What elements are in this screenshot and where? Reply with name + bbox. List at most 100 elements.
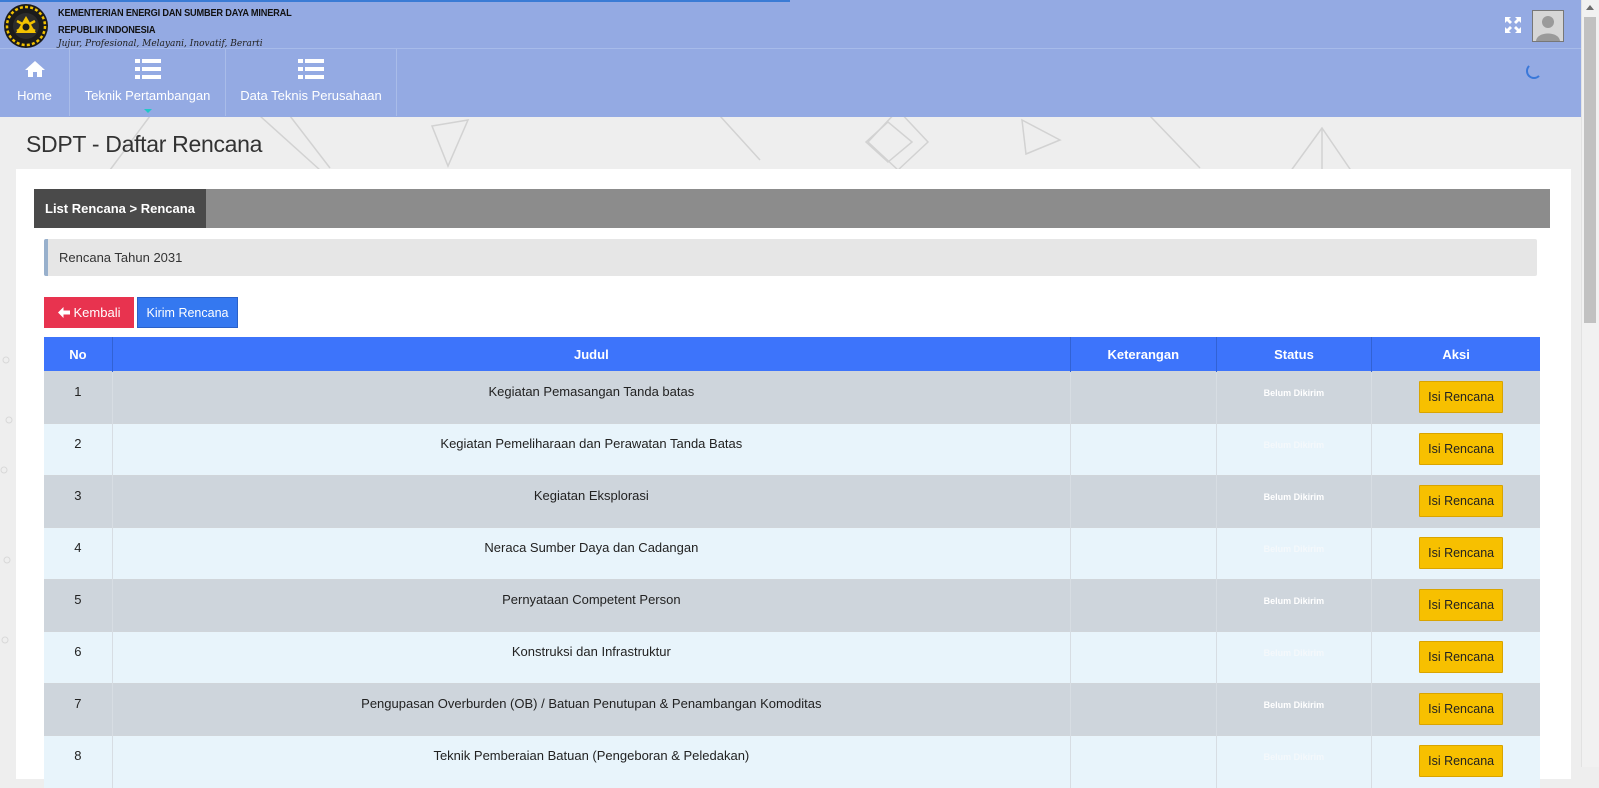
ministry-logo	[4, 4, 48, 48]
fill-plan-button[interactable]: Isi Rencana	[1419, 433, 1504, 465]
fill-plan-button[interactable]: Isi Rencana	[1419, 381, 1504, 413]
top-header: KEMENTERIAN ENERGI DAN SUMBER DAYA MINER…	[0, 0, 1582, 117]
cell-judul: Konstruksi dan Infrastruktur	[112, 631, 1071, 684]
active-caret-icon	[143, 109, 152, 113]
brand-country: REPUBLIK INDONESIA	[58, 25, 156, 36]
cell-status: Belum Dikirim	[1216, 683, 1373, 736]
status-badge: Belum Dikirim	[1263, 388, 1325, 398]
cell-no: 8	[44, 735, 113, 788]
cell-keterangan	[1070, 475, 1217, 528]
main-nav: Home Teknik Pertambangan Data Teknis Per…	[0, 49, 397, 116]
home-icon	[24, 59, 46, 79]
plan-table: No Judul Keterangan Status Aksi 1 Kegiat…	[44, 337, 1540, 788]
fill-plan-button[interactable]: Isi Rencana	[1419, 589, 1504, 621]
plan-year-text: Rencana Tahun 2031	[59, 250, 183, 265]
status-badge: Belum Dikirim	[1263, 544, 1325, 554]
cell-status: Belum Dikirim	[1216, 735, 1373, 788]
status-badge: Belum Dikirim	[1263, 752, 1325, 762]
page-scrollbar[interactable]	[1581, 0, 1599, 767]
cell-judul: Kegiatan Pemasangan Tanda batas	[112, 371, 1071, 424]
list-icon	[134, 59, 161, 79]
cell-judul: Kegiatan Pemeliharaan dan Perawatan Tand…	[112, 423, 1071, 476]
cell-no: 2	[44, 423, 113, 476]
back-button-label: Kembali	[73, 305, 121, 320]
header-status: Status	[1216, 337, 1373, 372]
fill-plan-button[interactable]: Isi Rencana	[1419, 745, 1504, 777]
cell-keterangan	[1070, 423, 1217, 476]
user-avatar[interactable]	[1532, 10, 1564, 42]
list-icon	[298, 59, 324, 79]
scrollbar-thumb[interactable]	[1584, 17, 1596, 323]
send-plan-button[interactable]: Kirim Rencana	[137, 297, 238, 328]
table-row: 6 Konstruksi dan Infrastruktur Belum Dik…	[44, 631, 1540, 684]
plan-year-alert: Rencana Tahun 2031	[44, 239, 1537, 276]
status-badge: Belum Dikirim	[1263, 440, 1325, 450]
cell-aksi: Isi Rencana	[1371, 631, 1540, 684]
cell-status: Belum Dikirim	[1216, 423, 1373, 476]
cell-aksi: Isi Rencana	[1371, 371, 1540, 424]
nav-teknik-pertambangan[interactable]: Teknik Pertambangan	[70, 49, 226, 116]
loading-spinner-icon	[1526, 63, 1542, 79]
cell-aksi: Isi Rencana	[1371, 527, 1540, 580]
nav-data-teknis[interactable]: Data Teknis Perusahaan	[226, 49, 397, 116]
status-badge: Belum Dikirim	[1263, 700, 1325, 710]
fill-plan-button[interactable]: Isi Rencana	[1419, 485, 1504, 517]
arrow-left-icon	[57, 307, 70, 318]
cell-keterangan	[1070, 631, 1217, 684]
brand-name: KEMENTERIAN ENERGI DAN SUMBER DAYA MINER…	[58, 8, 292, 19]
table-header-row: No Judul Keterangan Status Aksi	[44, 337, 1540, 372]
cell-aksi: Isi Rencana	[1371, 475, 1540, 528]
cell-judul: Pernyataan Competent Person	[112, 579, 1071, 632]
fill-plan-button[interactable]: Isi Rencana	[1419, 537, 1504, 569]
scroll-up-arrow-icon[interactable]	[1586, 5, 1594, 10]
nav-home[interactable]: Home	[0, 49, 70, 116]
nav-home-label: Home	[17, 88, 52, 103]
header-no: No	[44, 337, 113, 372]
cell-aksi: Isi Rencana	[1371, 423, 1540, 476]
table-row: 3 Kegiatan Eksplorasi Belum Dikirim Isi …	[44, 475, 1540, 528]
cell-keterangan	[1070, 527, 1217, 580]
page-title: SDPT - Daftar Rencana	[26, 131, 263, 157]
nav-teknik-label: Teknik Pertambangan	[84, 88, 211, 103]
brand[interactable]: KEMENTERIAN ENERGI DAN SUMBER DAYA MINER…	[0, 0, 400, 49]
cell-judul: Teknik Pemberaian Batuan (Pengeboran & P…	[112, 735, 1071, 788]
header-aksi: Aksi	[1371, 337, 1540, 372]
cell-judul: Kegiatan Eksplorasi	[112, 475, 1071, 528]
page-load-progress	[0, 0, 790, 2]
table-row: 2 Kegiatan Pemeliharaan dan Perawatan Ta…	[44, 423, 1540, 476]
expand-icon[interactable]	[1504, 16, 1522, 34]
header-judul: Judul	[112, 337, 1071, 372]
cell-status: Belum Dikirim	[1216, 371, 1373, 424]
table-row: 4 Neraca Sumber Daya dan Cadangan Belum …	[44, 527, 1540, 580]
header-keterangan: Keterangan	[1070, 337, 1217, 372]
cell-aksi: Isi Rencana	[1371, 579, 1540, 632]
cell-no: 6	[44, 631, 113, 684]
cell-judul: Neraca Sumber Daya dan Cadangan	[112, 527, 1071, 580]
cell-no: 3	[44, 475, 113, 528]
cell-status: Belum Dikirim	[1216, 475, 1373, 528]
cell-keterangan	[1070, 683, 1217, 736]
cell-keterangan	[1070, 579, 1217, 632]
cell-no: 7	[44, 683, 113, 736]
table-row: 7 Pengupasan Overburden (OB) / Batuan Pe…	[44, 683, 1540, 736]
table-row: 8 Teknik Pemberaian Batuan (Pengeboran &…	[44, 735, 1540, 788]
status-badge: Belum Dikirim	[1263, 492, 1325, 502]
back-button[interactable]: Kembali	[44, 297, 134, 328]
tab-list-rencana[interactable]: List Rencana > Rencana	[34, 189, 206, 228]
nav-data-label: Data Teknis Perusahaan	[240, 88, 382, 103]
cell-keterangan	[1070, 371, 1217, 424]
cell-aksi: Isi Rencana	[1371, 735, 1540, 788]
tab-bar: List Rencana > Rencana	[34, 189, 1550, 228]
cell-no: 1	[44, 371, 113, 424]
fill-plan-button[interactable]: Isi Rencana	[1419, 693, 1504, 725]
fill-plan-button[interactable]: Isi Rencana	[1419, 641, 1504, 673]
cell-judul: Pengupasan Overburden (OB) / Batuan Penu…	[112, 683, 1071, 736]
table-row: 1 Kegiatan Pemasangan Tanda batas Belum …	[44, 371, 1540, 424]
cell-keterangan	[1070, 735, 1217, 788]
status-badge: Belum Dikirim	[1263, 648, 1325, 658]
cell-status: Belum Dikirim	[1216, 631, 1373, 684]
content-card: List Rencana > Rencana Rencana Tahun 203…	[16, 169, 1571, 788]
cell-status: Belum Dikirim	[1216, 579, 1373, 632]
cell-no: 4	[44, 527, 113, 580]
table-row: 5 Pernyataan Competent Person Belum Diki…	[44, 579, 1540, 632]
